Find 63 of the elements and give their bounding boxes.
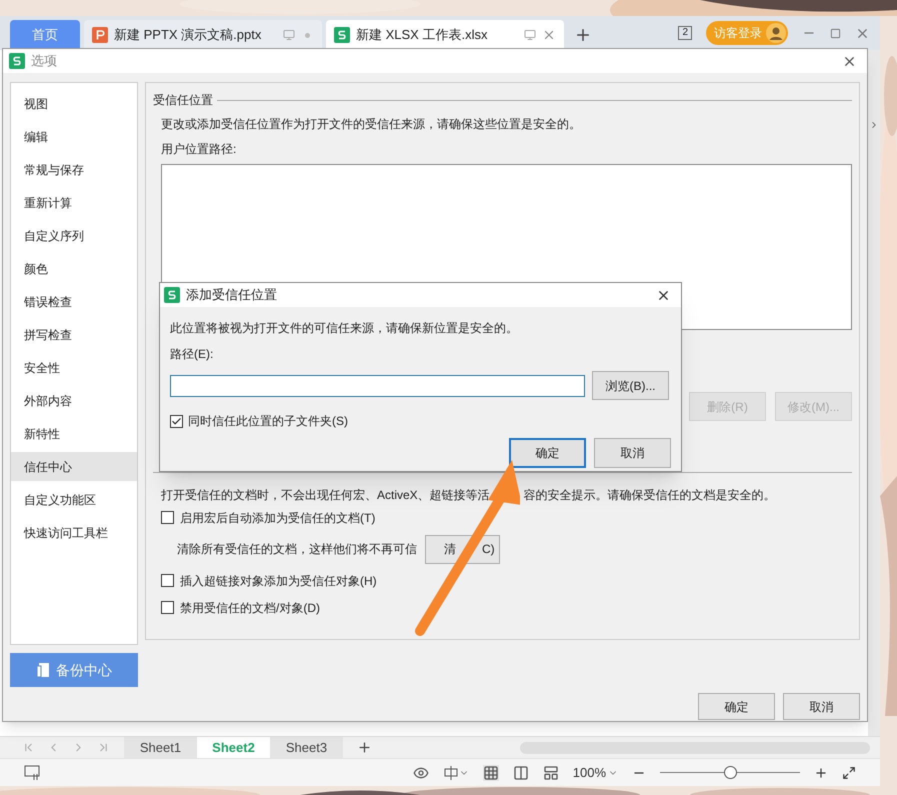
normal-view-icon[interactable] [482, 764, 499, 780]
sidebar-item[interactable]: 错误检查 [11, 287, 137, 316]
page-break-icon[interactable] [542, 764, 559, 780]
checkbox[interactable] [161, 601, 174, 614]
sheet-tab[interactable]: Sheet3 [270, 737, 343, 758]
checkbox[interactable] [170, 414, 183, 428]
checkbox-label: 插入超链接对象添加为受信任对象(H) [180, 572, 377, 590]
zoom-dropdown[interactable]: 100% [572, 762, 618, 782]
section-description: 容的安全提示。请确保受信任的文档是安全的。 [524, 487, 776, 504]
path-label: 路径(E): [170, 346, 214, 363]
presentation-logo-icon [92, 27, 108, 43]
dialog-button[interactable]: 确定 [509, 438, 586, 468]
path-label: 用户位置路径: [161, 141, 238, 158]
sidebar-item[interactable]: 信任中心 [11, 452, 137, 481]
section-description: 打开受信任的文档时，不会出现任何宏、ActiveX、超链接等活 [161, 487, 490, 504]
sidebar-item[interactable]: 常规与保存 [11, 155, 137, 184]
checkbox-label: 启用宏后自动添加为受信任的文档(T) [180, 510, 376, 526]
sidebar-item[interactable]: 新特性 [11, 419, 137, 448]
spreadsheet-logo-icon [334, 27, 350, 43]
sidebar-item[interactable]: 自定义序列 [11, 221, 137, 250]
dialog-title: 添加受信任位置 [186, 286, 277, 304]
sidebar-item[interactable]: 快速访问工具栏 [11, 518, 137, 547]
zoom-in-icon[interactable] [814, 766, 828, 780]
clear-description: 清除所有受信任的文档，这样他们将不再可信 [177, 541, 417, 558]
sidebar-item[interactable]: 编辑 [11, 122, 137, 151]
sidebar-item[interactable]: 自定义功能区 [11, 485, 137, 514]
zoom-slider-thumb[interactable] [724, 766, 737, 779]
new-tab-icon[interactable] [574, 26, 592, 44]
sheet-tab[interactable]: Sheet1 [124, 737, 197, 758]
dialog-title: 选项 [31, 52, 57, 70]
dialog-button[interactable]: 确定 [698, 693, 775, 720]
maximize-icon[interactable] [830, 28, 841, 38]
document-tab[interactable]: 新建 PPTX 演示文稿.pptx [84, 20, 322, 50]
checkbox-label: 禁用受信任的文档/对象(D) [180, 600, 320, 616]
sidebar-item[interactable]: 重新计算 [11, 188, 137, 217]
sidebar-item[interactable]: 视图 [11, 89, 137, 118]
app-logo-icon [164, 287, 180, 303]
checkbox[interactable] [161, 574, 174, 587]
checkbox-label: 同时信任此位置的子文件夹(S) [188, 413, 348, 430]
browse-button[interactable]: 浏览(B)... [592, 371, 669, 400]
document-icon [36, 662, 50, 678]
checkbox[interactable] [161, 511, 174, 524]
section-heading: 受信任位置 [153, 92, 213, 109]
app-logo-icon [9, 53, 25, 69]
layout-icon[interactable] [442, 764, 459, 780]
sidebar-item[interactable]: 安全性 [11, 353, 137, 382]
tab-label: 新建 XLSX 工作表.xlsx [356, 26, 488, 44]
page-view-icon[interactable] [512, 764, 529, 780]
dialog-button[interactable]: 取消 [783, 693, 860, 720]
add-sheet-icon[interactable] [357, 740, 372, 755]
fullscreen-icon[interactable] [842, 766, 856, 780]
dialog-description: 此位置将被视为打开文件的可信任来源，请确保新位置是安全的。 [170, 320, 519, 337]
tab-label: 新建 PPTX 演示文稿.pptx [114, 26, 262, 44]
sidebar-item[interactable]: 颜色 [11, 254, 137, 283]
sidebar-item[interactable]: 外部内容 [11, 386, 137, 415]
path-field[interactable] [170, 374, 585, 396]
avatar-icon [766, 23, 786, 43]
eye-icon[interactable] [412, 764, 429, 780]
section-description: 更改或添加受信任位置作为打开文件的受信任来源，请确保这些位置是安全的。 [161, 116, 582, 133]
sidebar-item[interactable]: 拼写检查 [11, 320, 137, 349]
macro-icon[interactable] [24, 764, 42, 780]
tab-counter[interactable]: 2 [678, 26, 692, 40]
dialog-button[interactable]: 取消 [594, 438, 671, 468]
